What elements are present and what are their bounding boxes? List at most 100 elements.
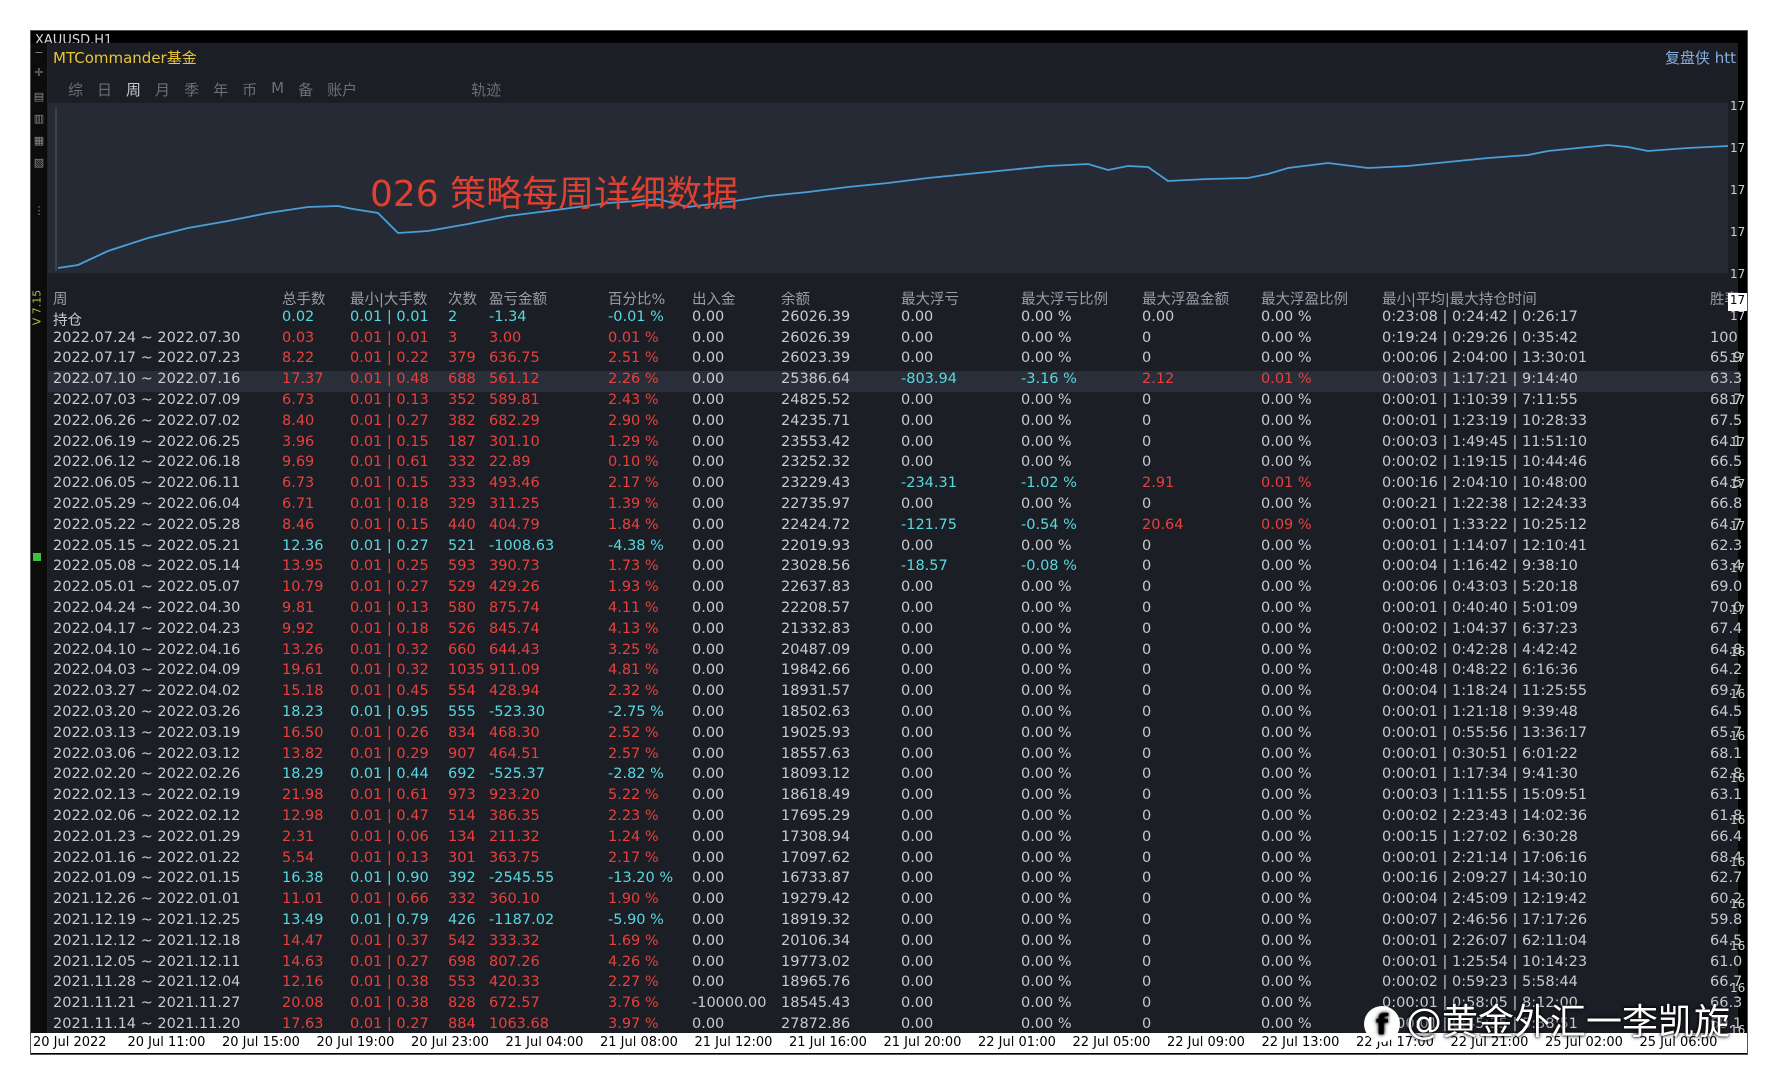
header-cell: 最大浮盈比例 xyxy=(1261,292,1348,308)
table-row[interactable]: 2021.12.26 ~ 2022.01.01 11.01 0.01 | 0.66 3… xyxy=(48,891,1742,912)
table-cell: 0.00 xyxy=(901,329,934,346)
table-cell: 0.00 % xyxy=(1021,932,1072,949)
table-cell: 0.00 % xyxy=(1261,703,1312,720)
version-label: V 7.15 xyxy=(30,289,44,326)
table-cell: 0.00 xyxy=(901,807,934,824)
table-row[interactable]: 2022.07.24 ~ 2022.07.30 0.03 0.01 | 0.01 3 3… xyxy=(48,330,1740,351)
equity-curve-svg xyxy=(55,108,1729,271)
table-row[interactable]: 2022.03.27 ~ 2022.04.02 15.18 0.01 | 0.45 5… xyxy=(48,683,1742,704)
table-cell: 1063.68 xyxy=(489,1015,549,1032)
table-cell: 6.73 xyxy=(282,391,315,408)
watermark: f @黄金外汇一李凯旋 xyxy=(1364,993,1730,1045)
table-cell: 0:00:02 | 2:23:43 | 14:02:36 xyxy=(1382,807,1588,824)
table-cell: -0.54 % xyxy=(1021,516,1077,533)
table-row[interactable]: 2022.05.29 ~ 2022.06.04 6.71 0.01 | 0.18 32… xyxy=(48,496,1742,517)
table-row[interactable]: 2022.02.06 ~ 2022.02.12 12.98 0.01 | 0.47 5… xyxy=(48,807,1742,829)
table-header: 周 总手数 最小|大手数 次数 盈亏金额 百分比% 出入金 余额 最大浮亏 最大浮亏比例 最大浮盈金… xyxy=(48,288,1740,309)
table-row[interactable]: 2022.04.24 ~ 2022.04.30 9.81 0.01 | 0.13 58… xyxy=(48,599,1742,621)
tab-0[interactable]: 综 xyxy=(68,79,83,99)
table-cell: 0.01 | 0.45 xyxy=(350,683,429,700)
table-row[interactable]: 2022.06.05 ~ 2022.06.11 6.73 0.01 | 0.15 33… xyxy=(48,475,1742,496)
tab-4[interactable]: 季 xyxy=(184,79,199,99)
table-cell: 0:23:08 | 0:24:42 | 0:26:17 xyxy=(1382,308,1578,325)
table-row[interactable]: 2021.12.12 ~ 2021.12.18 14.47 0.01 | 0.37 5… xyxy=(48,932,1742,954)
table-cell: 0.00 % xyxy=(1261,579,1312,596)
tab-3[interactable]: 月 xyxy=(155,79,170,99)
period-icon[interactable]: ⋮ xyxy=(33,205,45,217)
table-row[interactable]: 2022.03.20 ~ 2022.03.26 18.23 0.01 | 0.95 5… xyxy=(48,703,1742,725)
table-cell: 17097.62 xyxy=(781,849,851,866)
table-cell: 9.92 xyxy=(282,620,315,637)
table-cell: 0.01 | 0.13 xyxy=(350,599,429,616)
table-cell: 0 xyxy=(1142,703,1152,720)
price-tick: 17 xyxy=(1730,183,1746,197)
tab-1[interactable]: 日 xyxy=(97,79,112,99)
table-cell: 2022.05.08 ~ 2022.05.14 xyxy=(53,558,241,575)
tab-6[interactable]: 币 xyxy=(242,79,257,99)
table-row[interactable]: 2022.04.10 ~ 2022.04.16 13.26 0.01 | 0.32 6… xyxy=(48,642,1742,663)
table-cell: 23229.43 xyxy=(781,475,851,492)
table-cell: 0.00 xyxy=(692,308,725,325)
tab-5[interactable]: 年 xyxy=(213,79,228,99)
tab-2[interactable]: 周 xyxy=(126,79,141,99)
table-row[interactable]: 2022.03.06 ~ 2022.03.12 13.82 0.01 | 0.29 9… xyxy=(48,745,1742,767)
table-row[interactable]: 2022.07.10 ~ 2022.07.16 17.37 0.01 | 0.48 6… xyxy=(48,371,1742,392)
table-row[interactable]: 2022.01.16 ~ 2022.01.22 5.54 0.01 | 0.13 30… xyxy=(48,849,1742,871)
table-cell: 0.01 | 0.48 xyxy=(350,371,429,388)
chart-tool-icon[interactable]: ▧ xyxy=(33,157,45,169)
table-row[interactable]: 2022.01.09 ~ 2022.01.15 16.38 0.01 | 0.90 3… xyxy=(48,870,1742,891)
crosshair-icon[interactable]: ✛ xyxy=(33,67,45,79)
table-row[interactable]: 2022.05.15 ~ 2022.05.21 12.36 0.01 | 0.27 5… xyxy=(48,537,1742,559)
table-row[interactable]: 2022.03.13 ~ 2022.03.19 16.50 0.01 | 0.26 8… xyxy=(48,724,1742,746)
chart-tool-icon[interactable]: ▦ xyxy=(33,135,45,147)
table-row[interactable]: 2022.05.01 ~ 2022.05.07 10.79 0.01 | 0.27 5… xyxy=(48,579,1742,600)
tab-8[interactable]: 备 xyxy=(298,79,313,99)
tab-7[interactable]: M xyxy=(271,79,284,99)
table-cell: 6.73 xyxy=(282,475,315,492)
table-row[interactable]: 2022.07.03 ~ 2022.07.09 6.73 0.01 | 0.13 35… xyxy=(48,391,1742,413)
table-cell: 19842.66 xyxy=(781,662,851,679)
table-row[interactable]: 2022.02.13 ~ 2022.02.19 21.98 0.01 | 0.61 9… xyxy=(48,787,1742,808)
table-cell: 0.00 % xyxy=(1021,703,1072,720)
table-cell: 13.95 xyxy=(282,558,324,575)
table-cell: 0.01 | 0.27 xyxy=(350,412,429,429)
table-cell: 0.01 | 0.26 xyxy=(350,724,429,741)
tab-9[interactable]: 账户 xyxy=(327,79,357,99)
table-cell: 0:00:01 | 2:21:14 | 17:06:16 xyxy=(1382,849,1588,866)
table-cell: 13.82 xyxy=(282,745,324,762)
table-cell: 2022.05.15 ~ 2022.05.21 xyxy=(53,537,241,554)
table-row[interactable]: 2022.02.20 ~ 2022.02.26 18.29 0.01 | 0.44 6… xyxy=(48,766,1742,787)
table-cell: 0.00 xyxy=(901,1015,934,1032)
table-cell: 2022.02.06 ~ 2022.02.12 xyxy=(53,807,241,824)
table-row[interactable]: 2022.06.19 ~ 2022.06.25 3.96 0.01 | 0.15 18… xyxy=(48,434,1742,455)
table-cell: 0.00 xyxy=(692,1015,725,1032)
table-row[interactable]: 2022.04.03 ~ 2022.04.09 19.61 0.01 | 0.32 1… xyxy=(48,662,1742,683)
table-cell: 0.01 | 0.66 xyxy=(350,891,429,908)
top-right-label[interactable]: 复盘侠 htt xyxy=(1665,47,1736,68)
table-row[interactable]: 2021.12.05 ~ 2021.12.11 14.63 0.01 | 0.27 6… xyxy=(48,954,1742,975)
table-row[interactable]: 持仓 0.02 0.01 | 0.01 2 -1.34 -0.01 % 0.00 26026.… xyxy=(48,309,1740,330)
table-cell: 0.00 xyxy=(901,308,934,325)
chart-tool-icon[interactable]: ▥ xyxy=(33,113,45,125)
table-cell: 2022.06.26 ~ 2022.07.02 xyxy=(53,412,241,429)
table-row[interactable]: 2022.04.17 ~ 2022.04.23 9.92 0.01 | 0.18 52… xyxy=(48,620,1742,642)
table-cell: 923.20 xyxy=(489,787,540,804)
table-cell: 0.00 % xyxy=(1021,995,1072,1012)
table-row[interactable]: 2022.05.08 ~ 2022.05.14 13.95 0.01 | 0.25 5… xyxy=(48,558,1742,579)
table-cell: 0 xyxy=(1142,849,1152,866)
terminal-window: XAUUSD,H1 − ✛ ▤ ▥ ▦ ▧ ⋮ V 7.15 MTCommand… xyxy=(30,30,1748,1055)
table-row[interactable]: 2021.12.19 ~ 2021.12.25 13.49 0.01 | 0.79 4… xyxy=(48,912,1742,933)
table-row[interactable]: 2021.11.28 ~ 2021.12.04 12.16 0.01 | 0.38 5… xyxy=(48,974,1742,995)
table-row[interactable]: 2022.06.26 ~ 2022.07.02 8.40 0.01 | 0.27 38… xyxy=(48,412,1742,434)
minus-icon[interactable]: − xyxy=(33,47,45,59)
table-cell: 0.01 | 0.15 xyxy=(350,475,429,492)
table-cell: 0.00 xyxy=(692,974,725,991)
table-row[interactable]: 2022.05.22 ~ 2022.05.28 8.46 0.01 | 0.15 44… xyxy=(48,516,1742,538)
table-cell: 12.36 xyxy=(282,537,324,554)
table-cell: 18931.57 xyxy=(781,683,851,700)
table-row[interactable]: 2022.01.23 ~ 2022.01.29 2.31 0.01 | 0.06 13… xyxy=(48,829,1742,850)
tab-10[interactable]: 轨迹 xyxy=(471,79,501,99)
table-row[interactable]: 2022.06.12 ~ 2022.06.18 9.69 0.01 | 0.61 33… xyxy=(48,454,1742,475)
chart-tool-icon[interactable]: ▤ xyxy=(33,91,45,103)
table-row[interactable]: 2022.07.17 ~ 2022.07.23 8.22 0.01 | 0.22 37… xyxy=(48,350,1742,371)
